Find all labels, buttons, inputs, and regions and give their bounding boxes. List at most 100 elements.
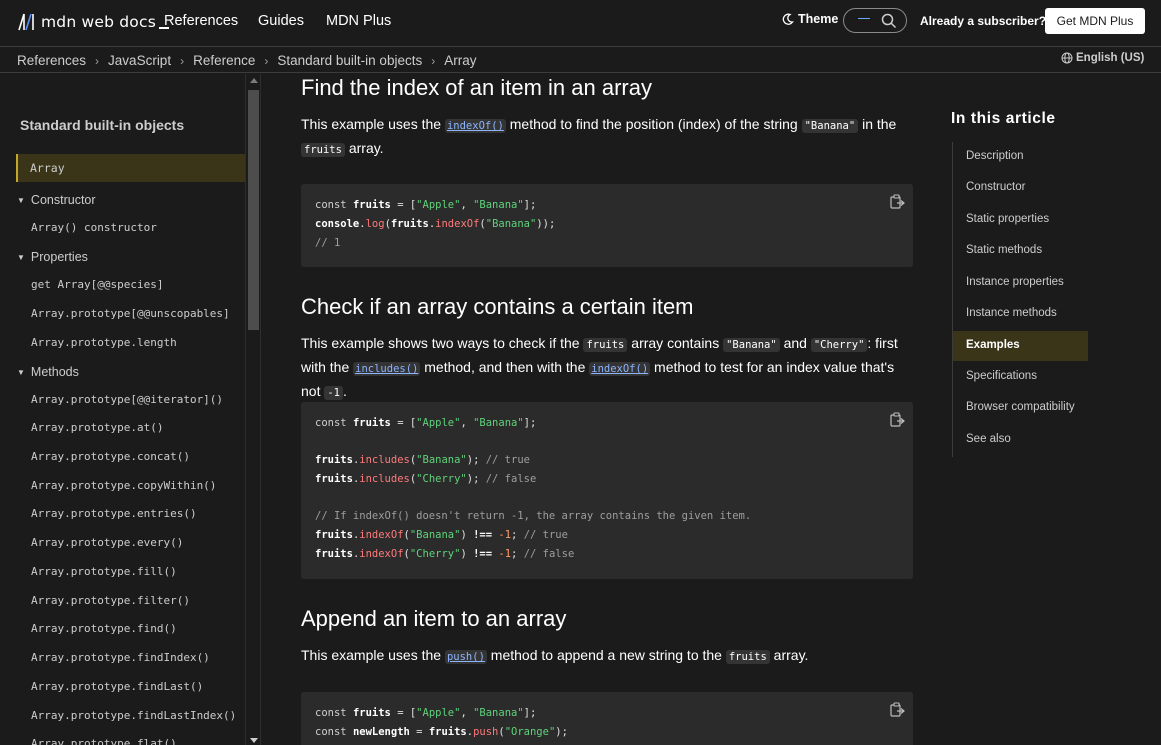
text: and (779, 335, 811, 351)
sidebar: Standard built-in objects Array ▼ Constr… (0, 74, 245, 745)
includes-link[interactable]: includes() (353, 362, 421, 376)
globe-icon (1061, 52, 1073, 64)
text: This example shows two ways to check if … (301, 335, 584, 351)
theme-switcher[interactable]: Theme (782, 12, 838, 26)
code-line: const fruits = ["Apple", "Banana"]; (315, 707, 537, 719)
section-paragraph: This example uses the indexOf() method t… (301, 113, 901, 161)
inline-code: fruits (301, 143, 345, 157)
main-content: Find the index of an item in an array Th… (262, 74, 932, 745)
copy-icon[interactable] (889, 194, 905, 210)
sidebar-item[interactable]: Array.prototype.concat() (31, 450, 190, 463)
sidebar-section-methods[interactable]: ▼ Methods (17, 365, 79, 379)
toc-item-instance-properties[interactable]: Instance properties (966, 276, 1064, 288)
chevron-right-icon: › (180, 53, 185, 68)
code-line: // If indexOf() doesn't return -1, the a… (315, 510, 752, 522)
code-line: console.log(fruits.indexOf("Banana")); (315, 218, 556, 230)
text: method, and then with the (420, 359, 590, 375)
text: This example uses the (301, 647, 445, 663)
breadcrumb-item[interactable]: JavaScript (108, 53, 171, 68)
search-icon[interactable] (881, 13, 897, 29)
text: . (343, 383, 347, 399)
scroll-down-icon[interactable] (250, 738, 258, 743)
code-line: fruits.includes("Banana"); // true (315, 454, 530, 466)
logo-text: mdn web docs (41, 13, 156, 31)
search-input[interactable] (843, 8, 907, 33)
sidebar-section-constructor[interactable]: ▼ Constructor (17, 193, 96, 207)
toc-item-instance-methods[interactable]: Instance methods (966, 307, 1057, 319)
section-heading: Append an item to an array (301, 606, 567, 631)
inline-code: "Cherry" (810, 338, 868, 352)
nav-mdn-plus[interactable]: MDN Plus (326, 13, 391, 29)
top-navigation: mdn web docs References Guides MDN Plus … (0, 0, 1161, 47)
inline-code: fruits (583, 338, 628, 352)
copy-icon[interactable] (889, 412, 905, 428)
toc-item-see-also[interactable]: See also (966, 433, 1011, 445)
language-selector[interactable]: English (US) (1061, 52, 1144, 64)
breadcrumb-item[interactable]: Standard built-in objects (277, 53, 422, 68)
code-line: // 1 (315, 237, 341, 249)
toc-item-description[interactable]: Description (966, 150, 1024, 162)
sidebar-item[interactable]: get Array[@@species] (31, 278, 163, 291)
code-line: const newLength = fruits.push("Orange"); (315, 726, 568, 738)
toc-item-constructor[interactable]: Constructor (966, 181, 1025, 193)
sidebar-item[interactable]: Array.prototype.length (31, 336, 177, 349)
text: array. (344, 140, 384, 156)
code-line: const fruits = ["Apple", "Banana"]; (315, 199, 537, 211)
code-block: const fruits = ["Apple", "Banana"]; frui… (301, 402, 913, 579)
table-of-contents: Description Constructor Static propertie… (952, 142, 1088, 457)
sidebar-item[interactable]: Array.prototype.findLastIndex() (31, 709, 236, 722)
sidebar-item[interactable]: Array.prototype.findLast() (31, 680, 203, 693)
toc-item-static-methods[interactable]: Static methods (966, 244, 1042, 256)
toc-title: In this article (951, 110, 1056, 127)
indexof-link[interactable]: indexOf() (444, 119, 506, 133)
scroll-up-icon[interactable] (250, 78, 258, 83)
mdn-logo[interactable]: mdn web docs (17, 11, 169, 33)
sidebar-scrollbar[interactable] (245, 74, 261, 745)
get-mdn-plus-button[interactable]: Get MDN Plus (1045, 8, 1145, 34)
sidebar-item[interactable]: Array.prototype[@@iterator]() (31, 393, 223, 406)
toc-item-specifications[interactable]: Specifications (966, 370, 1037, 382)
toc-item-static-properties[interactable]: Static properties (966, 213, 1049, 225)
breadcrumb-item[interactable]: Reference (193, 53, 255, 68)
sidebar-item[interactable]: Array.prototype[@@unscopables] (31, 307, 230, 320)
sidebar-item[interactable]: Array.prototype.copyWithin() (31, 479, 216, 492)
text: array contains (627, 335, 724, 351)
section-label: Properties (30, 250, 88, 264)
moon-icon (782, 13, 794, 25)
sidebar-item[interactable]: Array.prototype.every() (31, 536, 183, 549)
sidebar-item[interactable]: Array.prototype.filter() (31, 594, 190, 607)
inline-code: -1 (324, 386, 344, 400)
nav-references[interactable]: References (164, 13, 238, 29)
subscriber-link[interactable]: Already a subscriber? (920, 14, 1046, 28)
text: array. (769, 647, 809, 663)
section-paragraph: This example uses the push() method to a… (301, 644, 901, 668)
code-block: const fruits = ["Apple", "Banana"]; cons… (301, 692, 913, 745)
sidebar-item[interactable]: Array.prototype.fill() (31, 565, 177, 578)
sidebar-item-array[interactable]: Array (16, 154, 245, 182)
breadcrumb-item[interactable]: References (17, 53, 86, 68)
sidebar-section-properties[interactable]: ▼ Properties (17, 250, 88, 264)
copy-icon[interactable] (889, 702, 905, 718)
sidebar-heading: Standard built-in objects (20, 117, 185, 133)
sidebar-item-label: Array (30, 161, 65, 175)
push-link[interactable]: push() (444, 650, 487, 664)
sidebar-item[interactable]: Array.prototype.find() (31, 622, 177, 635)
nav-guides[interactable]: Guides (258, 13, 304, 29)
indexof-link[interactable]: indexOf() (589, 362, 651, 376)
inline-code: fruits (725, 650, 770, 664)
section-heading: Find the index of an item in an array (301, 75, 652, 100)
inline-code: "Banana" (801, 119, 859, 133)
sidebar-item[interactable]: Array() constructor (31, 221, 157, 234)
triangle-down-icon: ▼ (17, 367, 25, 377)
scrollbar-thumb[interactable] (248, 90, 259, 330)
breadcrumb-item[interactable]: Array (444, 53, 476, 68)
triangle-down-icon: ▼ (17, 195, 25, 205)
toc-item-examples[interactable]: Examples (953, 331, 1088, 361)
mdn-logo-icon (18, 13, 34, 31)
sidebar-item[interactable]: Array.prototype.findIndex() (31, 651, 210, 664)
sidebar-item[interactable]: Array.prototype.flat() (31, 737, 177, 745)
chevron-right-icon: › (431, 53, 436, 68)
sidebar-item[interactable]: Array.prototype.entries() (31, 507, 197, 520)
toc-item-browser-compatibility[interactable]: Browser compatibility (966, 401, 1075, 413)
sidebar-item[interactable]: Array.prototype.at() (31, 421, 163, 434)
